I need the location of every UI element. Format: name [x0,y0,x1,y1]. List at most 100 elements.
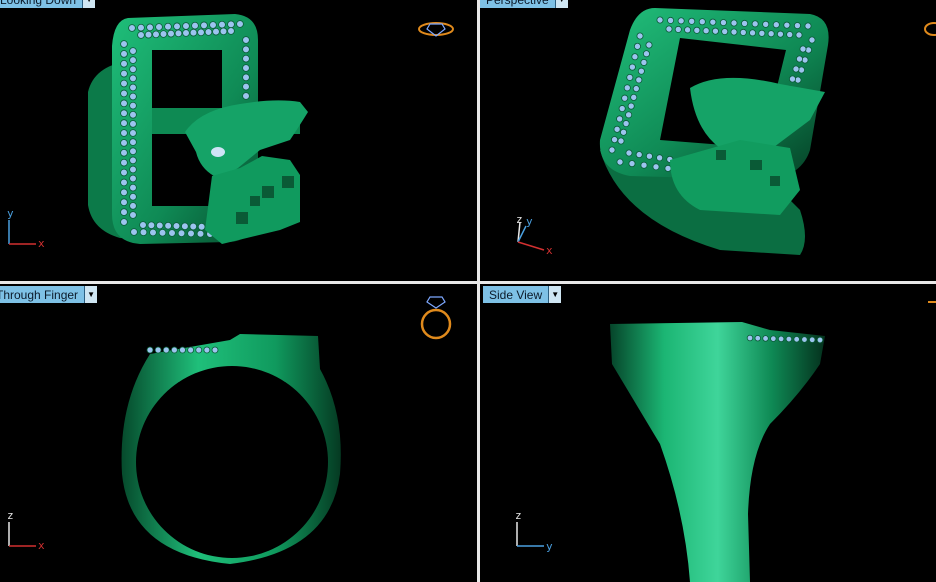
gem [631,53,639,61]
gem [120,119,128,127]
gem [146,346,154,354]
axis-y-label: y [546,540,553,553]
viewport-label: Perspective [480,0,555,8]
chevron-down-icon[interactable]: ▼ [84,286,98,303]
chevron-down-icon[interactable]: ▼ [82,0,96,8]
gem [785,335,793,343]
gem [129,147,137,156]
gem [197,222,206,231]
gem [154,346,162,354]
viewport-tab[interactable]: Looking Down ▼ [0,0,96,8]
gem [635,76,643,84]
gem [242,54,250,63]
gem [665,25,673,33]
gem [633,42,641,50]
gem [174,29,183,38]
gem [167,29,175,38]
gem [181,222,189,231]
viewport-divider-horizontal[interactable] [0,281,936,284]
gem [770,335,777,342]
gem [120,208,128,216]
gem [197,28,205,37]
gem [158,228,167,237]
gem [739,28,747,36]
gem [628,160,636,168]
gem [242,92,250,100]
gem [762,335,769,342]
gem [139,228,148,237]
gem [709,18,717,26]
gem [189,28,198,37]
axis-indicator: z y [515,509,553,553]
viewport-tab[interactable]: Through Finger ▼ [0,286,98,303]
gem [635,151,643,159]
ring-view-icon[interactable] [924,16,936,42]
viewport-through-finger[interactable]: Through Finger ▼ z x [0,284,477,582]
gem [129,211,137,219]
gem [164,22,172,31]
axis-z-label: z [516,213,523,226]
ring-view-icon[interactable] [416,16,456,42]
gem [656,154,664,162]
gem [711,27,719,35]
gem [656,16,664,24]
gem [730,28,738,36]
gem [741,19,749,27]
gem [129,110,137,119]
gem [613,125,621,133]
gem [203,346,211,354]
gem [719,19,727,27]
viewport-looking-down[interactable]: Looking Down ▼ y x [0,0,477,281]
viewport-side-view[interactable]: Side View ▼ z y [480,284,936,582]
gem [626,73,634,81]
gem [204,28,213,36]
gem [236,20,244,28]
gem [754,335,761,342]
axis-indicator: z x [7,509,45,552]
gem [628,63,636,71]
viewport-divider-vertical[interactable] [477,0,480,582]
viewport-perspective[interactable]: Perspective ▼ z y x [480,0,936,281]
gem [120,148,128,157]
gem [640,161,648,169]
axis-indicator: z y x [516,213,553,257]
gem [702,27,710,35]
gem [688,17,696,25]
gem [172,222,181,230]
gem [120,168,128,177]
gem [129,92,137,101]
gem [129,129,137,137]
chevron-down-icon[interactable]: ▼ [554,0,568,8]
viewport-tab[interactable]: Perspective ▼ [480,0,568,8]
gem [209,21,217,29]
chevron-down-icon[interactable]: ▼ [548,286,562,303]
gem [645,152,653,160]
gem [751,20,759,28]
viewport-label: Looking Down [0,0,83,8]
viewport-tab[interactable]: Side View ▼ [483,286,562,303]
gem [783,21,791,29]
ring-view-icon[interactable] [926,292,936,322]
gem [168,229,176,237]
gem [623,84,631,92]
gem [120,158,128,167]
gem [129,120,137,128]
gem [792,65,800,73]
gem [721,28,729,36]
ring-view-icon[interactable] [416,292,456,342]
gem [155,221,164,230]
gem [664,164,672,172]
gem [159,30,168,38]
gem [767,30,775,38]
axis-x-label: x [546,244,553,257]
gem [788,75,796,83]
gem [684,26,692,34]
gem [242,45,250,54]
gem [179,346,186,354]
gem [211,346,219,354]
gem [772,21,780,29]
gem [698,18,706,26]
ring-front-view-render [121,334,341,564]
gem [611,136,619,144]
gem [128,24,136,32]
